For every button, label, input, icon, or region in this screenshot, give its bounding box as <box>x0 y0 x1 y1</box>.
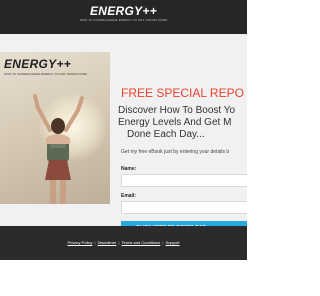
logo-title: ENERGY++ <box>89 4 158 18</box>
name-field[interactable] <box>121 174 247 187</box>
logo-tagline: HOW TO SUPERCHARGE ENERGY TO GET THINGS … <box>79 18 168 22</box>
ebook-cover: ENERGY++ HOW TO SUPERCHARGE ENERGY TO GE… <box>0 52 110 204</box>
name-label: Name: <box>121 166 137 172</box>
footer-separator: | <box>94 240 96 245</box>
subhead-line: Done Each Day... <box>127 129 205 140</box>
email-field[interactable] <box>121 201 247 214</box>
footer-link-terms[interactable]: Terms and Conditions <box>122 240 161 245</box>
offer-headline: FREE SPECIAL REPO <box>121 86 244 100</box>
subhead-line: Energy Levels And Get M <box>118 117 232 128</box>
email-label: Email: <box>121 193 137 199</box>
site-logo[interactable]: ENERGY++ HOW TO SUPERCHARGE ENERGY TO GE… <box>0 4 247 22</box>
offer-intro-text: Get my free eBook just by entering your … <box>121 149 230 155</box>
footer-separator: | <box>118 240 120 245</box>
footer-link-support[interactable]: Support <box>166 240 180 245</box>
optin-section: ENERGY++ HOW TO SUPERCHARGE ENERGY TO GE… <box>0 34 247 235</box>
footer-bar: Privacy Policy | Disclaimer | Terms and … <box>0 226 247 260</box>
offer-subhead: Discover How To Boost Yo Energy Levels A… <box>118 105 247 141</box>
footer-link-disclaimer[interactable]: Disclaimer <box>98 240 117 245</box>
footer-link-privacy-policy[interactable]: Privacy Policy <box>67 240 92 245</box>
cover-title: ENERGY++ <box>4 57 72 71</box>
footer-links: Privacy Policy | Disclaimer | Terms and … <box>0 240 247 246</box>
header-bar: ENERGY++ HOW TO SUPERCHARGE ENERGY TO GE… <box>0 0 247 34</box>
cover-tagline: HOW TO SUPERCHARGE ENERGY TO GET THINGS … <box>4 72 88 76</box>
footer-separator: | <box>162 240 164 245</box>
subhead-line: Discover How To Boost Yo <box>118 105 236 116</box>
offer-panel: FREE SPECIAL REPO Discover How To Boost … <box>118 86 247 235</box>
